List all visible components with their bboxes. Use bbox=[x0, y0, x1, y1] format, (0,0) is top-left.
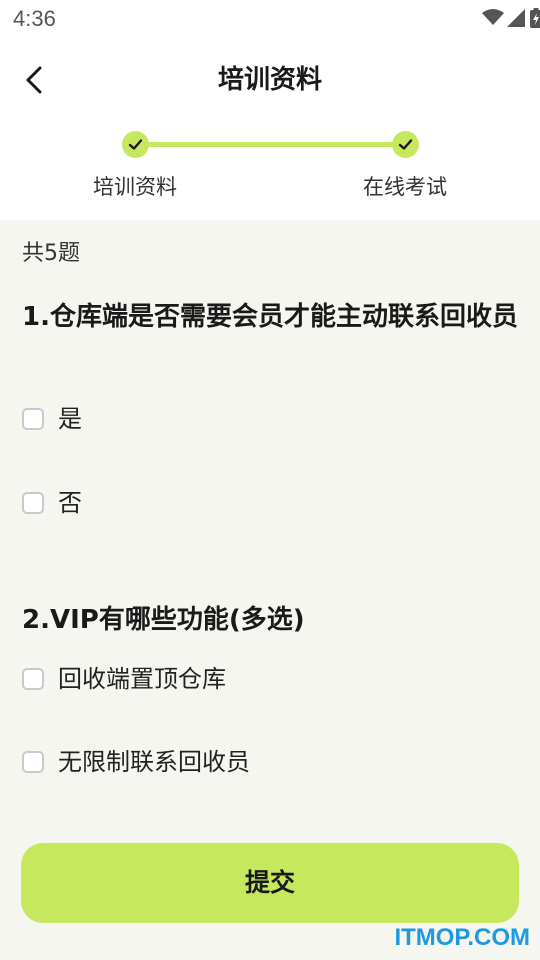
question-count: 共5题 bbox=[22, 241, 80, 266]
checkbox[interactable] bbox=[22, 408, 44, 430]
step-label-training: 培训资料 bbox=[93, 175, 177, 199]
step-label-exam: 在线考试 bbox=[363, 175, 447, 199]
option-label: 回收端置顶仓库 bbox=[58, 665, 226, 693]
question-1-title: 1.仓库端是否需要会员才能主动联系回收员 bbox=[22, 302, 518, 332]
checkbox[interactable] bbox=[22, 492, 44, 514]
step-1-complete-icon bbox=[122, 131, 149, 158]
status-bar: 4:36 bbox=[0, 0, 540, 38]
step-progress-line bbox=[136, 142, 406, 147]
step-2-complete-icon bbox=[392, 131, 419, 158]
wifi-icon bbox=[482, 9, 504, 25]
option-label: 是 bbox=[58, 405, 82, 433]
watermark: ITMOP.COM bbox=[394, 924, 530, 951]
page-title: 培训资料 bbox=[217, 65, 322, 95]
header: 培训资料 培训资料 在线考试 bbox=[0, 38, 540, 220]
option-label: 无限制联系回收员 bbox=[58, 748, 250, 776]
signal-icon bbox=[507, 9, 525, 27]
battery-icon bbox=[530, 8, 540, 28]
checkbox[interactable] bbox=[22, 668, 44, 690]
option-label: 否 bbox=[58, 489, 82, 517]
check-icon bbox=[128, 139, 143, 150]
check-icon bbox=[398, 139, 413, 150]
status-time: 4:36 bbox=[13, 6, 56, 31]
question-2-title: 2.VIP有哪些功能(多选) bbox=[22, 605, 305, 635]
checkbox[interactable] bbox=[22, 751, 44, 773]
submit-button[interactable]: 提交 bbox=[21, 843, 519, 923]
